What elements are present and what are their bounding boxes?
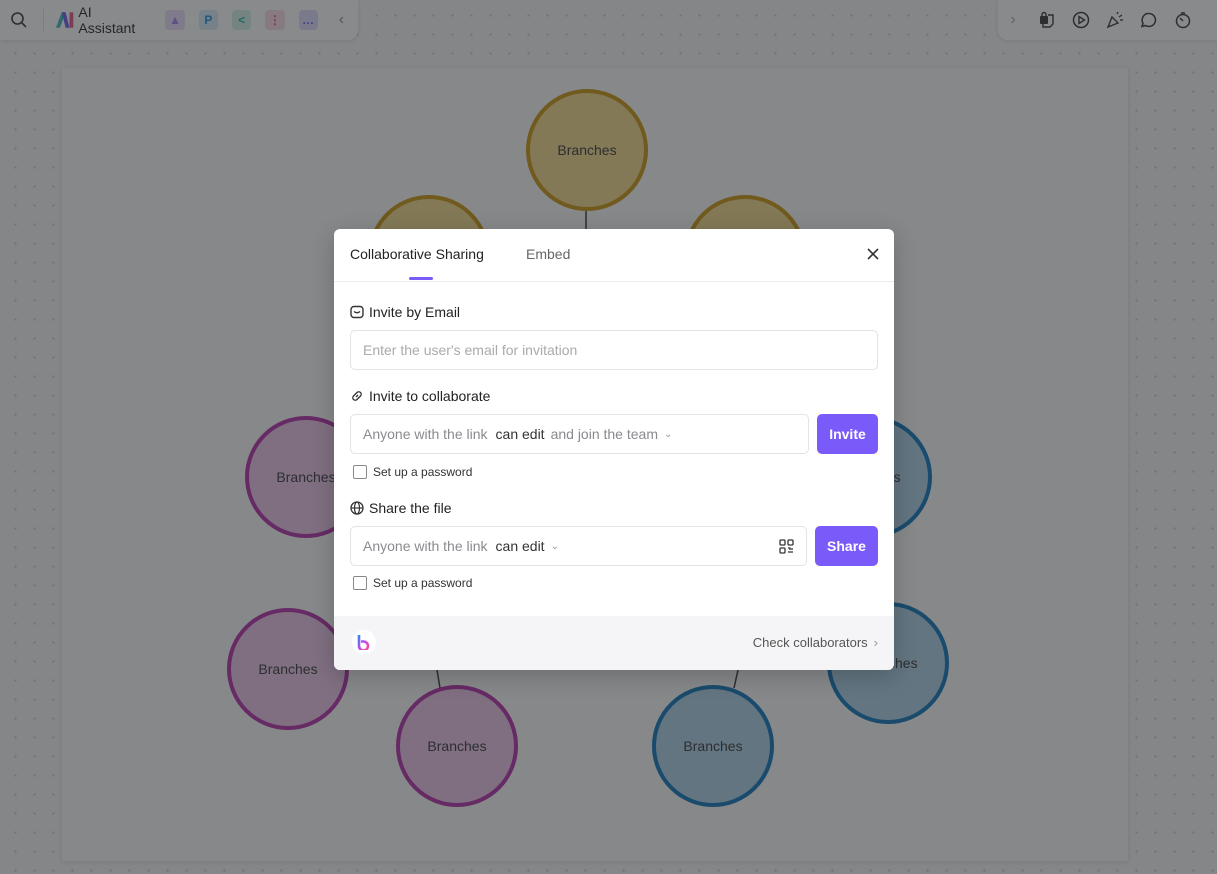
active-tab-indicator <box>409 277 433 280</box>
globe-icon <box>350 501 364 515</box>
invite-password-option[interactable]: Set up a password <box>353 465 472 479</box>
close-icon[interactable] <box>864 245 882 263</box>
email-icon <box>350 305 364 319</box>
check-collaborators-link[interactable]: Check collaborators › <box>753 635 878 650</box>
share-the-file-title: Share the file <box>350 500 452 516</box>
email-input-placeholder: Enter the user's email for invitation <box>363 342 578 358</box>
share-password-option[interactable]: Set up a password <box>353 576 472 590</box>
link-icon <box>352 391 362 401</box>
tab-collaborative-sharing[interactable]: Collaborative Sharing <box>350 246 484 262</box>
share-permission-value: can edit <box>495 538 545 554</box>
email-input[interactable]: Enter the user's email for invitation <box>350 330 878 370</box>
invite-permission-select[interactable]: Anyone with the link can edit and join t… <box>350 414 809 454</box>
app-logo-icon <box>352 630 376 654</box>
dialog-footer: Check collaborators › <box>334 616 894 670</box>
share-permission-select[interactable]: Anyone with the link can edit ⌄ <box>350 526 807 566</box>
invite-password-checkbox[interactable] <box>353 465 367 479</box>
tab-embed[interactable]: Embed <box>526 246 570 262</box>
invite-to-collaborate-title: Invite to collaborate <box>350 388 490 404</box>
invite-by-email-title: Invite by Email <box>350 304 460 320</box>
dialog-tabs: Collaborative Sharing Embed <box>334 229 894 282</box>
chevron-down-icon: ⌄ <box>663 428 673 440</box>
chevron-right-icon: › <box>873 635 878 650</box>
chevron-down-icon: ⌄ <box>550 540 559 552</box>
invite-button[interactable]: Invite <box>817 414 878 454</box>
share-password-checkbox[interactable] <box>353 576 367 590</box>
share-button[interactable]: Share <box>815 526 878 566</box>
qr-code-icon[interactable] <box>779 539 794 557</box>
share-dialog: Collaborative Sharing Embed Invite by Em… <box>334 229 894 670</box>
invite-permission-value: can edit <box>495 426 545 442</box>
